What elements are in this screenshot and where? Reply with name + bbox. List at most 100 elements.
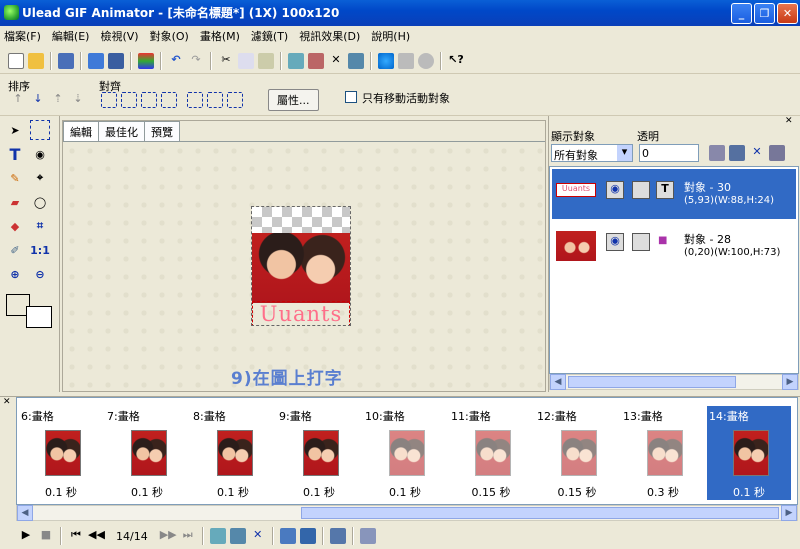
- web-icon[interactable]: [418, 52, 434, 69]
- scroll-left-icon[interactable]: ◀: [550, 374, 566, 390]
- menu-edit[interactable]: 編輯(E): [52, 28, 90, 44]
- center-vertical-icon[interactable]: [207, 92, 223, 108]
- duplicate-object-icon[interactable]: [729, 145, 745, 161]
- duplicate-frame-icon[interactable]: [308, 52, 324, 69]
- frame-strip-scrollbar[interactable]: ◀ ▶: [16, 505, 798, 521]
- stop-icon[interactable]: ■: [38, 528, 54, 544]
- menu-help[interactable]: 說明(H): [371, 28, 410, 44]
- copy-icon[interactable]: [238, 52, 254, 69]
- frame-delay[interactable]: 0.1 秒: [105, 484, 189, 500]
- bring-front-icon[interactable]: ↑: [10, 92, 26, 108]
- frame-delay[interactable]: 0.3 秒: [621, 484, 705, 500]
- frame-thumbnail[interactable]: 8:畫格 0.1 秒: [191, 406, 275, 500]
- frame-delay[interactable]: 0.1 秒: [191, 484, 275, 500]
- first-frame-icon[interactable]: ⏮: [68, 528, 84, 544]
- frame-thumbnail[interactable]: 12:畫格 0.15 秒: [535, 406, 619, 500]
- frame-delay[interactable]: 0.1 秒: [19, 484, 103, 500]
- panel-close-icon[interactable]: ✕: [785, 116, 793, 126]
- close-button[interactable]: ✕: [777, 3, 798, 24]
- bring-forward-icon[interactable]: ↓: [30, 92, 46, 108]
- align-top-icon[interactable]: [141, 92, 157, 108]
- play-icon[interactable]: ▶: [18, 528, 34, 544]
- paste-icon[interactable]: [258, 52, 274, 69]
- align-right-icon[interactable]: [121, 92, 137, 108]
- previous-frame-icon[interactable]: ◀◀: [88, 528, 105, 544]
- eyedropper-icon[interactable]: ✐: [5, 240, 25, 260]
- frame-thumbnail[interactable]: 13:畫格 0.3 秒: [621, 406, 705, 500]
- minimize-button[interactable]: _: [731, 3, 752, 24]
- center-horizontal-icon[interactable]: [187, 92, 203, 108]
- scroll-left-icon[interactable]: ◀: [17, 505, 33, 521]
- menu-file[interactable]: 檔案(F): [4, 28, 41, 44]
- scroll-right-icon[interactable]: ▶: [782, 374, 798, 390]
- frame-delay[interactable]: 0.1 秒: [363, 484, 447, 500]
- maximize-button[interactable]: ❐: [754, 3, 775, 24]
- menu-view[interactable]: 檢視(V): [100, 28, 138, 44]
- object-row-selected[interactable]: Uuants ◉ T 對象 - 30 (5,93)(W:88,H:24): [552, 169, 796, 219]
- frame-properties-icon[interactable]: [359, 528, 376, 544]
- align-left-icon[interactable]: [101, 92, 117, 108]
- duplicate-frame-icon[interactable]: [229, 528, 246, 544]
- save-icon[interactable]: [58, 52, 74, 69]
- tab-preview[interactable]: 預覽: [144, 121, 180, 142]
- crop-tool-icon[interactable]: ⌗: [30, 216, 50, 236]
- canvas-image[interactable]: Uuants: [251, 206, 351, 326]
- import-icon[interactable]: [88, 52, 104, 69]
- scroll-thumb[interactable]: [568, 376, 736, 388]
- frame-delay[interactable]: 0.1 秒: [707, 484, 791, 500]
- eye-icon[interactable]: ◉: [606, 181, 624, 199]
- ellipse-select-icon[interactable]: ◯: [30, 192, 50, 212]
- only-move-active-checkbox[interactable]: [345, 91, 357, 103]
- marquee-tool-icon[interactable]: [30, 120, 50, 140]
- properties-button[interactable]: 屬性...: [268, 89, 319, 111]
- tab-optimize[interactable]: 最佳化: [98, 121, 145, 142]
- text-tool-icon[interactable]: T: [5, 144, 25, 164]
- delete-frame-icon[interactable]: ✕: [250, 528, 266, 544]
- center-both-icon[interactable]: [227, 92, 243, 108]
- paint-bucket-icon[interactable]: ◆: [5, 216, 25, 236]
- send-back-icon[interactable]: ⇡: [50, 92, 66, 108]
- frame-delay[interactable]: 0.15 秒: [535, 484, 619, 500]
- new-file-icon[interactable]: [8, 52, 24, 69]
- frame-thumbnail-selected[interactable]: 14:畫格 0.1 秒: [707, 406, 791, 500]
- eye-icon[interactable]: ◉: [606, 233, 624, 251]
- pick-tool-icon[interactable]: ➤: [5, 120, 25, 140]
- photo-object[interactable]: [252, 233, 350, 303]
- text-object-caption[interactable]: Uuants: [252, 301, 350, 325]
- scroll-right-icon[interactable]: ▶: [781, 505, 797, 521]
- send-backward-icon[interactable]: ⇣: [70, 92, 86, 108]
- opacity-stepper[interactable]: 0: [639, 144, 699, 162]
- object-list-scrollbar[interactable]: ◀ ▶: [549, 374, 799, 390]
- frame-delay[interactable]: 0.15 秒: [449, 484, 533, 500]
- next-frame-icon[interactable]: ▶▶: [160, 528, 177, 544]
- align-bottom-icon[interactable]: [161, 92, 177, 108]
- browser-preview-icon[interactable]: [378, 52, 394, 69]
- object-properties-icon[interactable]: [769, 145, 785, 161]
- delete-object-icon[interactable]: ✕: [749, 145, 765, 161]
- menu-frame[interactable]: 畫格(M): [200, 28, 240, 44]
- open-folder-icon[interactable]: [28, 52, 44, 69]
- magic-wand-icon[interactable]: ⌖: [30, 168, 50, 188]
- add-frame-icon[interactable]: [288, 52, 304, 69]
- lock-toggle[interactable]: [632, 181, 650, 199]
- frame-delay[interactable]: 0.1 秒: [277, 484, 361, 500]
- lasso-tool-icon[interactable]: ◉: [30, 144, 50, 164]
- optimize-icon[interactable]: [398, 52, 414, 69]
- frame-panel-close-icon[interactable]: ✕: [3, 397, 11, 407]
- background-color-swatch[interactable]: [26, 306, 52, 328]
- tab-edit[interactable]: 編輯: [63, 121, 99, 142]
- redo-icon[interactable]: ↷: [188, 53, 204, 69]
- tween-icon[interactable]: [279, 528, 296, 544]
- actual-size-icon[interactable]: 1:1: [30, 240, 50, 260]
- frame-thumbnail[interactable]: 10:畫格 0.1 秒: [363, 406, 447, 500]
- paintbrush-icon[interactable]: ✎: [5, 168, 25, 188]
- show-objects-select[interactable]: 所有對象 ▾: [551, 144, 633, 162]
- banner-text-icon[interactable]: [329, 528, 346, 544]
- zoom-in-icon[interactable]: ⊕: [5, 264, 25, 284]
- cut-icon[interactable]: ✂: [218, 53, 234, 69]
- add-frame-icon[interactable]: [209, 528, 226, 544]
- eraser-icon[interactable]: ▰: [5, 192, 25, 212]
- frame-thumbnail[interactable]: 9:畫格 0.1 秒: [277, 406, 361, 500]
- context-help-icon[interactable]: ↖?: [448, 53, 464, 69]
- frame-thumbnail[interactable]: 7:畫格 0.1 秒: [105, 406, 189, 500]
